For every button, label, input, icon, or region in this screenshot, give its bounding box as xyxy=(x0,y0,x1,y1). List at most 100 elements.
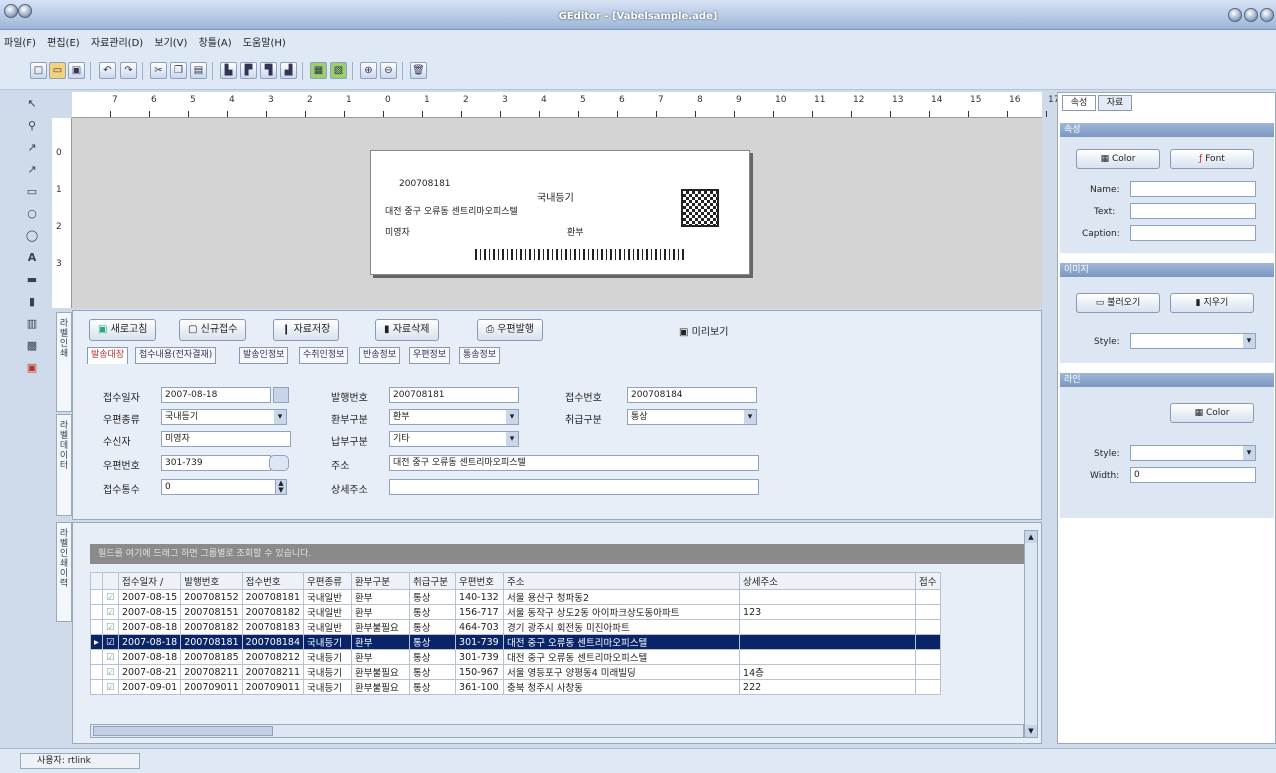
table-cell[interactable] xyxy=(915,679,941,695)
text-field[interactable] xyxy=(1130,203,1256,219)
row-checkbox[interactable]: ☑ xyxy=(102,619,119,635)
scroll-up-icon[interactable]: ▲ xyxy=(1025,531,1037,543)
table-cell[interactable]: 국내등기 xyxy=(303,679,353,695)
table-cell[interactable]: 환부불필요 xyxy=(351,679,411,695)
column-return-type[interactable]: 환부구분 xyxy=(351,572,411,590)
table-cell[interactable]: 2007-08-18 xyxy=(117,619,182,635)
caption-field[interactable] xyxy=(1130,225,1256,241)
vtab-label-print[interactable]: 라벨인쇄 xyxy=(56,312,72,412)
table-cell[interactable] xyxy=(915,619,941,635)
table-cell[interactable] xyxy=(739,619,917,635)
table-cell[interactable] xyxy=(915,649,941,665)
calendar-icon[interactable] xyxy=(273,387,289,403)
scroll-thumb[interactable] xyxy=(93,726,273,736)
table-row[interactable]: ☑ 2007-09-01 200709011 200709011 국내등기 환부불필요 통상… xyxy=(90,679,941,695)
table-cell[interactable]: 대전 중구 오류동 센트리마오피스텔 xyxy=(503,649,741,665)
recv-date-field[interactable]: 2007-08-18 xyxy=(161,387,271,403)
table-cell[interactable] xyxy=(915,664,941,680)
table-row[interactable]: ☑ 2007-08-15 200708152 200708181 국내일반 환부 통상 140… xyxy=(90,589,941,605)
table-cell[interactable]: 2007-08-15 xyxy=(117,604,182,620)
column-handle-type[interactable]: 취급구분 xyxy=(409,572,457,590)
print-mail-button[interactable]: ⎙ 우편발행 xyxy=(477,319,543,341)
table-cell[interactable]: 200708182 xyxy=(180,619,243,635)
mail-type-select[interactable]: 국내등기 xyxy=(161,409,287,425)
table-cell[interactable]: 200708211 xyxy=(241,664,305,680)
clear-image-button[interactable]: ▮ 지우기 xyxy=(1170,293,1254,313)
save-data-button[interactable]: ❙ 자료저장 xyxy=(273,319,340,341)
qrcode-tool-icon[interactable]: ▩ xyxy=(22,336,42,355)
table-cell[interactable]: 150-967 xyxy=(455,664,505,680)
receiver-field[interactable]: 미영자 xyxy=(161,431,291,447)
return-type-select[interactable]: 환부 xyxy=(389,409,519,425)
table-cell[interactable]: 200709011 xyxy=(180,679,243,695)
table-cell[interactable]: 통상 xyxy=(409,679,457,695)
new-receipt-button[interactable]: ▢ 신규접수 xyxy=(179,319,247,341)
zip-search-button[interactable] xyxy=(269,455,289,471)
width-stepper[interactable]: 0 xyxy=(1130,467,1256,483)
table-cell[interactable]: 충북 청주시 사창동 xyxy=(503,679,741,695)
table-cell[interactable]: 464-703 xyxy=(455,619,505,635)
table-cell[interactable]: 200708182 xyxy=(241,604,305,620)
table-cell[interactable]: 국내등기 xyxy=(303,664,353,680)
paste-icon[interactable]: ▤ xyxy=(190,62,207,79)
column-zip[interactable]: 우편번호 xyxy=(455,572,505,590)
tab-receiver-info[interactable]: 수취인정보 xyxy=(299,347,349,364)
stepper-arrows-icon[interactable]: ▲ ▼ xyxy=(275,479,287,495)
table-cell[interactable] xyxy=(739,649,917,665)
table-cell[interactable]: 222 xyxy=(739,679,917,695)
table-cell[interactable]: 통상 xyxy=(409,664,457,680)
barcode2-tool-icon[interactable]: ▥ xyxy=(22,314,42,333)
table-cell[interactable]: 200709011 xyxy=(241,679,305,695)
table-cell[interactable]: 2007-08-15 xyxy=(117,589,182,605)
column-address[interactable]: 주소 xyxy=(503,572,741,590)
scroll-down-icon[interactable]: ▼ xyxy=(1025,725,1037,737)
addr-field[interactable]: 대전 중구 오류동 센트리마오피스텔 xyxy=(389,455,759,471)
data-grid[interactable]: 접수일자 / 발행번호 접수번호 우편종류 환부구분 취급구분 우편번호 주소 … xyxy=(90,572,941,695)
table-cell[interactable]: 2007-09-01 xyxy=(117,679,182,695)
maximize-icon[interactable] xyxy=(1244,8,1258,22)
row-checkbox[interactable]: ☑ xyxy=(102,634,119,650)
issue-no-field[interactable]: 200708181 xyxy=(389,387,519,403)
group-by-hint[interactable]: 필드를 여기에 드래그 하면 그룹별로 조회할 수 있습니다. xyxy=(90,544,1036,564)
column-recv[interactable]: 접수 xyxy=(915,572,941,590)
redo-icon[interactable]: ↷ xyxy=(120,62,137,79)
table-cell[interactable]: 경기 광주시 회전동 미진아파트 xyxy=(503,619,741,635)
table-cell[interactable]: 환부 xyxy=(351,649,411,665)
table-cell[interactable]: 200708212 xyxy=(241,649,305,665)
style-select[interactable] xyxy=(1130,333,1256,349)
tab-sender-info[interactable]: 발송인정보 xyxy=(239,347,289,364)
table-cell[interactable]: 환부 xyxy=(351,604,411,620)
refresh-button[interactable]: ▣ 새로고침 xyxy=(89,319,157,341)
table-cell[interactable]: 통상 xyxy=(409,589,457,605)
table-cell[interactable]: 서울 영등포구 양평동4 미래빌딩 xyxy=(503,664,741,680)
save-icon[interactable]: ▣ xyxy=(68,62,85,79)
preview-checkbox[interactable]: ▣ 미리보기 xyxy=(679,323,728,338)
table-cell[interactable]: 200708181 xyxy=(241,589,305,605)
label-preview[interactable]: 200708181 국내등기 대전 중구 오류동 센트리마오피스텔 미영자 환부 xyxy=(370,150,750,275)
table-cell[interactable]: 2007-08-18 xyxy=(117,649,182,665)
table-cell[interactable] xyxy=(915,589,941,605)
table-cell[interactable]: 통상 xyxy=(409,634,457,650)
table-cell[interactable]: 국내일반 xyxy=(303,619,353,635)
table-cell[interactable]: 200708152 xyxy=(180,589,243,605)
line-color-button[interactable]: ▦ Color xyxy=(1170,403,1254,423)
table-cell[interactable]: 14층 xyxy=(739,664,917,680)
pay-type-select[interactable]: 기타 xyxy=(389,431,519,447)
undo-icon[interactable]: ↶ xyxy=(99,62,116,79)
table-cell[interactable]: 환부불필요 xyxy=(351,664,411,680)
zoom-tool-icon[interactable]: ⚲ xyxy=(22,116,42,135)
tab-send-ledger[interactable]: 발송대장 xyxy=(87,347,129,364)
layer2-icon[interactable]: ▛ xyxy=(240,62,257,79)
zoom-out-icon[interactable]: ⊖ xyxy=(380,62,397,79)
row-checkbox[interactable]: ☑ xyxy=(102,649,119,665)
new-icon[interactable]: □ xyxy=(30,62,47,79)
layer4-icon[interactable]: ▟ xyxy=(280,62,297,79)
table-cell[interactable]: 200708181 xyxy=(180,634,243,650)
layer1-icon[interactable]: ▙ xyxy=(220,62,237,79)
table-cell[interactable]: 국내일반 xyxy=(303,604,353,620)
pointer-icon[interactable]: ↖ xyxy=(22,94,42,113)
vtab-label-data[interactable]: 라벨데이터 xyxy=(56,414,72,516)
table-cell[interactable]: 200708183 xyxy=(241,619,305,635)
column-addr-detail[interactable]: 상세주소 xyxy=(739,572,917,590)
book-tool-icon[interactable]: ▣ xyxy=(22,358,42,377)
